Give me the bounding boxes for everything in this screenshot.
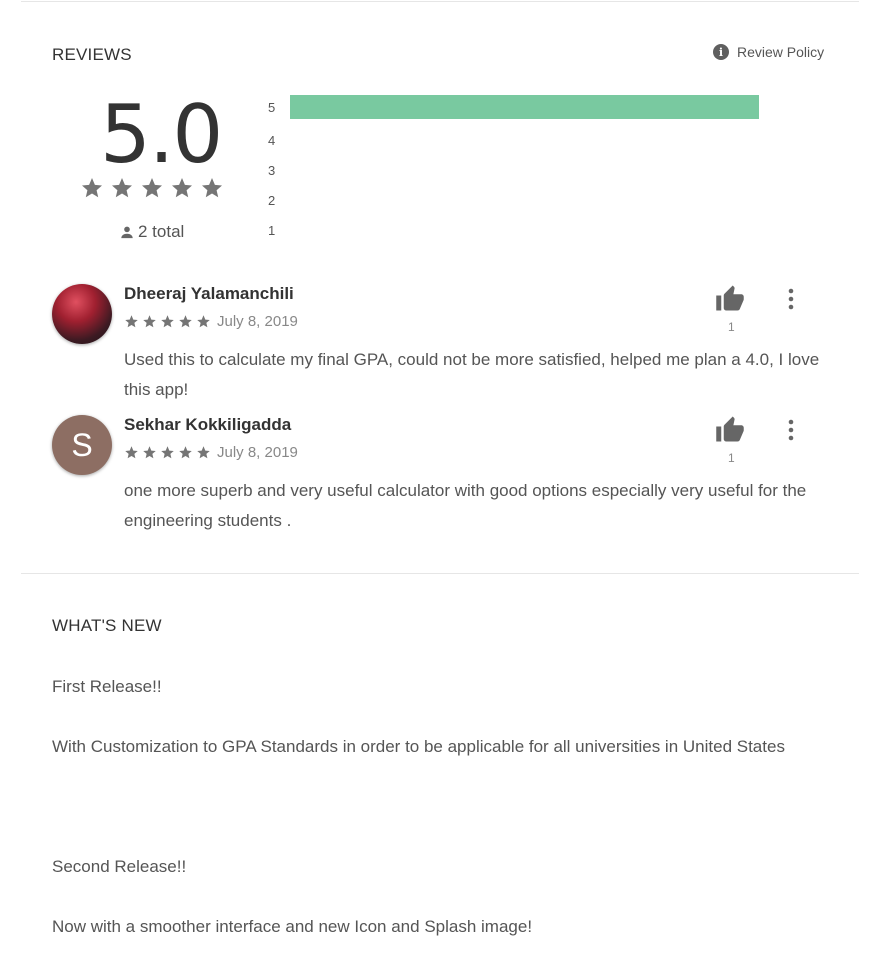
helpful-count: 1	[728, 451, 735, 465]
star-icon	[112, 178, 132, 198]
average-score: 5.0	[100, 88, 223, 181]
more-options-icon[interactable]	[785, 418, 797, 442]
thumbs-up-button[interactable]	[715, 415, 747, 443]
histogram-row-1: 1	[268, 218, 759, 242]
helpful-count: 1	[728, 320, 735, 334]
whats-new-line: Second Release!!	[52, 857, 187, 876]
review-text: one more superb and very useful calculat…	[124, 481, 807, 530]
more-options-icon[interactable]	[785, 287, 797, 311]
star-icon	[179, 315, 192, 328]
average-stars	[80, 176, 224, 200]
section-divider	[21, 573, 859, 574]
reviews-title: REVIEWS	[52, 45, 132, 64]
star-icon	[142, 178, 162, 198]
histogram-label: 3	[268, 162, 276, 178]
review-policy-link[interactable]: i Review Policy	[713, 44, 824, 60]
histogram-bar	[290, 95, 759, 119]
reviewer-name[interactable]: Sekhar Kokkiligadda	[124, 415, 291, 435]
top-divider	[21, 1, 859, 2]
histogram-label: 4	[268, 132, 276, 148]
star-icon	[82, 178, 102, 198]
person-icon	[120, 225, 134, 239]
histogram-row-5: 5	[268, 95, 759, 119]
star-icon	[161, 446, 174, 459]
star-icon	[161, 315, 174, 328]
thumbs-up-icon	[716, 285, 744, 311]
star-icon	[179, 446, 192, 459]
histogram-label: 1	[268, 222, 276, 238]
review-item: Dheeraj Yalamanchili July 8, 2019 Used t…	[52, 284, 852, 404]
star-icon	[172, 178, 192, 198]
review-date: July 8, 2019	[217, 444, 298, 461]
thumbs-up-button[interactable]	[715, 284, 747, 312]
avatar[interactable]: S	[52, 415, 112, 475]
star-icon	[143, 446, 156, 459]
star-icon	[125, 446, 138, 459]
whats-new-line: First Release!!	[52, 677, 162, 696]
whats-new-line: With Customization to GPA Standards in o…	[52, 737, 785, 756]
avatar[interactable]	[52, 284, 112, 344]
review-rating: July 8, 2019	[124, 444, 298, 461]
review-text: Used this to calculate my final GPA, cou…	[124, 350, 820, 399]
histogram-row-2: 2	[268, 188, 759, 212]
histogram-row-4: 4	[268, 128, 759, 152]
review-date: July 8, 2019	[217, 313, 298, 330]
whats-new-line: Now with a smoother interface and new Ic…	[52, 917, 533, 936]
star-icon	[197, 315, 210, 328]
histogram-row-3: 3	[268, 158, 759, 182]
review-rating: July 8, 2019	[124, 313, 298, 330]
whats-new-title: WHAT'S NEW	[52, 616, 162, 635]
info-icon: i	[713, 44, 729, 60]
thumbs-up-icon	[716, 416, 744, 442]
star-icon	[202, 178, 222, 198]
star-icon	[197, 446, 210, 459]
whats-new-line	[52, 792, 852, 822]
review-item: S Sekhar Kokkiligadda July 8, 2019 one m…	[52, 415, 852, 535]
whats-new-text: First Release!! With Customization to GP…	[52, 642, 852, 972]
reviewer-name[interactable]: Dheeraj Yalamanchili	[124, 284, 294, 304]
histogram-label: 5	[268, 99, 276, 115]
total-ratings: 2 total	[120, 222, 184, 242]
review-policy-label: Review Policy	[737, 44, 825, 60]
star-icon	[125, 315, 138, 328]
total-label: 2 total	[138, 222, 185, 241]
star-icon	[143, 315, 156, 328]
histogram-label: 2	[268, 192, 276, 208]
